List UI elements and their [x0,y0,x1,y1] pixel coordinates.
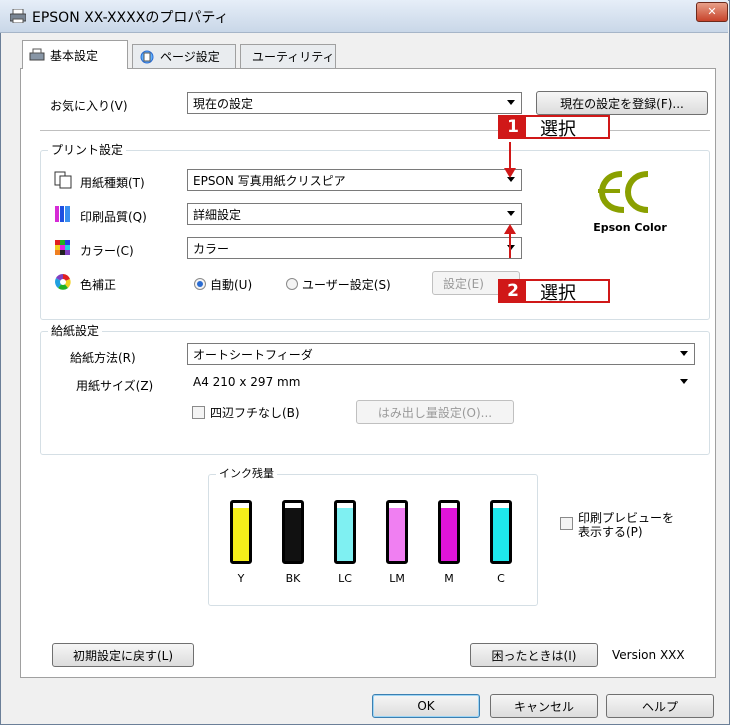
callout-2-text: 選択 [540,283,576,304]
chevron-down-icon [680,351,688,356]
callout-arrows [504,142,516,258]
ink-cartridge: LC [330,500,360,585]
window-title: EPSON XX-XXXXのプロパティ [32,10,229,26]
ink-level-fill [337,507,353,561]
wrench-printer-icon [29,48,45,61]
epson-color-logo [598,171,649,213]
ink-cartridge-label: M [444,572,454,585]
tab-label: ページ設定 [160,50,220,64]
ink-level-fill [285,507,301,561]
favorites-label: お気に入り(V) [50,99,128,113]
print-settings-title: プリント設定 [48,141,127,158]
quality-value: 詳細設定 [193,207,242,222]
favorites-select[interactable]: 現在の設定 [187,92,522,114]
favorites-value: 現在の設定 [193,96,254,111]
paper-size-value: A4 210 x 297 mm [193,375,301,389]
troubleshoot-button[interactable]: 困ったときは(I) [470,643,598,667]
auto-radio[interactable] [194,278,206,290]
color-wheel-icon [55,273,71,290]
ink-cartridge-label: LC [338,572,352,585]
ink-level-fill [493,507,509,561]
close-icon: ✕ [707,5,717,18]
ink-cartridge-label: Y [237,572,245,585]
ink-level-fill [389,507,405,561]
callout-1-number: 1 [500,117,526,137]
ink-level-title: インク残量 [216,465,277,481]
color-correction-label: 色補正 [80,278,117,292]
ink-cartridge: LM [382,500,412,585]
preview-label-line-2: 表示する(P) [578,525,643,539]
tab-label: ユーティリティ [252,50,335,64]
ink-cartridge: C [486,500,516,585]
ink-cartridge-body [282,500,304,564]
paper-source-select[interactable]: オートシートフィーダ [187,343,695,365]
auto-radio-label: 自動(U) [210,278,253,292]
tab-utility[interactable]: ユーティリティ [240,44,336,68]
tab-page-settings[interactable]: ページ設定 [132,44,236,68]
color-value: カラー [193,241,230,256]
paper-type-label: 用紙種類(T) [80,176,145,190]
title-bar: EPSON XX-XXXXのプロパティ ✕ [0,0,728,33]
chevron-down-icon [680,379,688,384]
quality-select[interactable]: 詳細設定 [187,203,522,225]
quality-icon [55,206,70,222]
ink-cartridge: BK [278,500,308,585]
paper-source-value: オートシートフィーダ [193,347,313,362]
tab-basic-settings[interactable]: 基本設定 [22,40,128,69]
preview-label-line-1: 印刷プレビューを [578,511,675,525]
ink-cartridge-label: BK [285,572,301,585]
borderless-label: 四辺フチなし(B) [210,406,300,420]
page-layout-icon [140,50,154,63]
printer-icon [10,9,26,23]
ink-cartridge: Y [226,500,256,585]
ink-cartridge-body [490,500,512,564]
paper-settings-title: 給紙設定 [48,322,103,339]
ink-cartridge-body [438,500,460,564]
preview-label: 印刷プレビューを 表示する(P) [578,511,674,539]
paper-source-label: 給紙方法(R) [70,351,136,365]
quality-label: 印刷品質(Q) [80,210,147,224]
callout-1-text: 選択 [540,119,576,140]
borderless-checkbox[interactable] [192,406,205,419]
ink-cartridge: M [434,500,464,585]
cancel-button[interactable]: キャンセル [490,694,598,718]
ink-cartridge-label: LM [389,572,405,585]
paper-type-icon [54,171,72,189]
ink-cartridge-label: C [497,572,505,585]
callout-2-number: 2 [500,281,526,301]
color-label: カラー(C) [80,244,134,258]
ink-level-fill [233,507,249,561]
paper-type-value: EPSON 写真用紙クリスピア [193,173,346,188]
ink-cartridge-body [334,500,356,564]
paper-type-select[interactable]: EPSON 写真用紙クリスピア [187,169,522,191]
ink-cartridge-body [386,500,408,564]
ink-level-fill [441,507,457,561]
help-button[interactable]: ヘルプ [606,694,714,718]
reset-defaults-button[interactable]: 初期設定に戻す(L) [52,643,194,667]
brand-name: Epson Color [593,221,667,234]
version-text: Version XXX [612,648,685,662]
paper-size-select[interactable]: A4 210 x 297 mm [187,371,695,393]
ink-cartridges: Y BK LC LM M C [218,500,528,590]
user-setting-radio[interactable] [286,278,298,290]
ok-button[interactable]: OK [372,694,480,718]
register-favorite-button[interactable]: 現在の設定を登録(F)... [536,91,708,115]
preview-checkbox[interactable] [560,517,573,530]
user-setting-radio-label: ユーザー設定(S) [302,278,391,292]
tab-label: 基本設定 [50,48,99,63]
paper-size-label: 用紙サイズ(Z) [76,379,154,393]
close-button[interactable]: ✕ [696,2,728,22]
chevron-down-icon [507,100,515,105]
ink-cartridge-body [230,500,252,564]
color-grid-icon [55,240,70,255]
color-select[interactable]: カラー [187,237,522,259]
expansion-settings-button[interactable]: はみ出し量設定(O)... [356,400,514,424]
